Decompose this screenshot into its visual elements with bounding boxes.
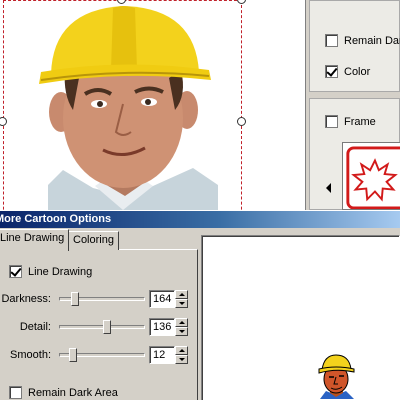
decrement-button[interactable] [175,327,188,336]
selection-box[interactable] [3,0,242,210]
increment-button[interactable] [175,290,188,299]
selection-handle[interactable] [237,0,246,4]
tab-line-drawing-label: Line Drawing [0,232,65,244]
smooth-slider[interactable] [59,348,145,362]
detail-control: Detail: 136 [0,318,188,336]
color-label: Color [344,65,371,78]
cartoon-preview-image [318,354,355,399]
detail-slider[interactable] [59,320,145,334]
detail-value[interactable]: 136 [149,318,175,336]
scroll-left-icon[interactable] [326,183,331,193]
color-option[interactable]: Color [325,65,370,78]
cartoon-preview [201,235,400,400]
dialog-title: More Cartoon Options [0,213,112,225]
slider-track [59,325,145,329]
increment-button[interactable] [175,346,188,355]
remain-dark-area-option[interactable]: Remain Dark Area [9,386,118,399]
darkness-label: Darkness: [1,293,51,305]
remain-dark-area-label: Remain Dark Area [28,386,118,399]
increment-button[interactable] [175,318,188,327]
remain-dark-area-checkbox[interactable] [9,386,22,399]
remain-dark-label: Remain Dark [344,34,400,47]
detail-spinbox[interactable]: 136 [149,318,188,336]
cartoon-options-dialog: More Cartoon Options Line Drawing Colori… [0,210,400,400]
options-group: Remain Dark Color [309,0,400,92]
slider-thumb[interactable] [103,320,111,334]
selection-handle[interactable] [237,117,246,126]
darkness-value[interactable]: 164 [149,290,175,308]
darkness-spinbox[interactable]: 164 [149,290,188,308]
smooth-spinbox[interactable]: 12 [149,346,188,364]
darkness-control: Darkness: 164 [0,290,188,308]
smooth-control: Smooth: 12 [0,346,188,364]
smooth-value[interactable]: 12 [149,346,175,364]
effects-panel: Remain Dark Color Frame [305,0,400,210]
detail-label: Detail: [19,321,51,333]
line-drawing-checkbox[interactable] [9,265,22,278]
decrement-button[interactable] [175,299,188,308]
tab-coloring-label: Coloring [73,234,114,246]
frame-option[interactable]: Frame [325,115,376,128]
dialog-titlebar[interactable]: More Cartoon Options [0,211,400,228]
color-checkbox[interactable] [325,65,338,78]
tab-line-drawing[interactable]: Line Drawing [0,229,70,251]
slider-thumb[interactable] [69,348,77,362]
slider-thumb[interactable] [71,292,79,306]
image-canvas[interactable] [0,0,305,210]
darkness-slider[interactable] [59,292,145,306]
frame-label: Frame [344,115,376,128]
line-drawing-label: Line Drawing [28,265,93,278]
remain-dark-checkbox[interactable] [325,34,338,47]
line-drawing-option[interactable]: Line Drawing [9,265,92,278]
decrement-button[interactable] [175,355,188,364]
frame-checkbox[interactable] [325,115,338,128]
tab-coloring[interactable]: Coloring [68,231,119,250]
smooth-label: Smooth: [10,349,51,361]
remain-dark-option[interactable]: Remain Dark [325,34,400,47]
frame-thumbnail[interactable] [342,142,400,210]
